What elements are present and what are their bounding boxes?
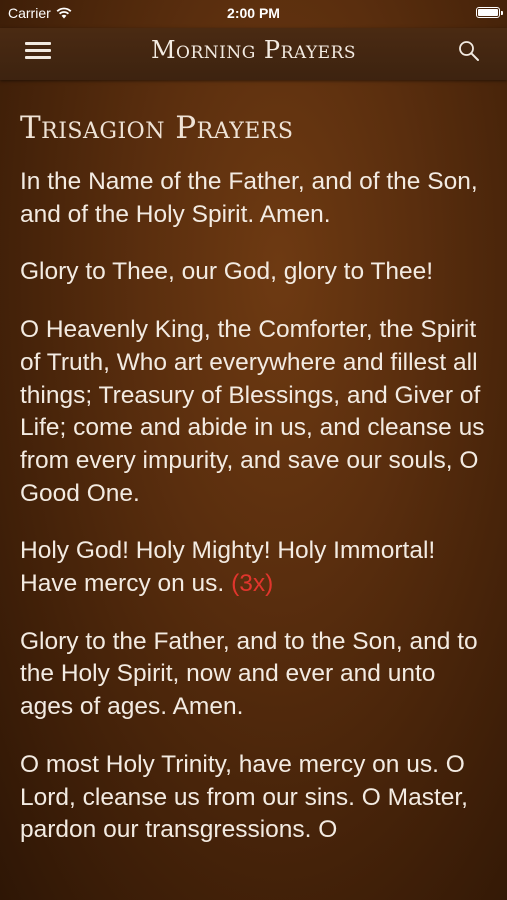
search-icon[interactable] [457, 39, 481, 63]
prayer-paragraph: O Heavenly King, the Comforter, the Spir… [20, 316, 485, 507]
section-title: Trisagion Prayers [20, 110, 294, 146]
battery-icon [476, 7, 503, 18]
prayer-paragraph: Glory to Thee, our God, glory to Thee! [20, 258, 434, 286]
navigation-bar: Morning Prayers [0, 28, 507, 80]
prayer-paragraph: O most Holy Trinity, have mercy on us. O… [20, 750, 468, 844]
page-title: Morning Prayers [150, 36, 357, 64]
prayer-content: Trisagion Prayers In the Name of the Fat… [20, 98, 490, 872]
status-bar: Carrier 2:00 PM [0, 0, 507, 28]
repeat-rubric: (3x) [231, 570, 274, 598]
clock: 2:00 PM [227, 5, 280, 21]
prayer-paragraph: In the Name of the Father, and of the So… [20, 168, 478, 228]
prayer-paragraph: Holy God! Holy Mighty! Holy Immortal! Ha… [20, 535, 490, 600]
prayer-paragraph: Glory to the Father, and to the Son, and… [20, 627, 478, 721]
prayer-text: Holy God! Holy Mighty! Holy Immortal! Ha… [20, 537, 436, 598]
